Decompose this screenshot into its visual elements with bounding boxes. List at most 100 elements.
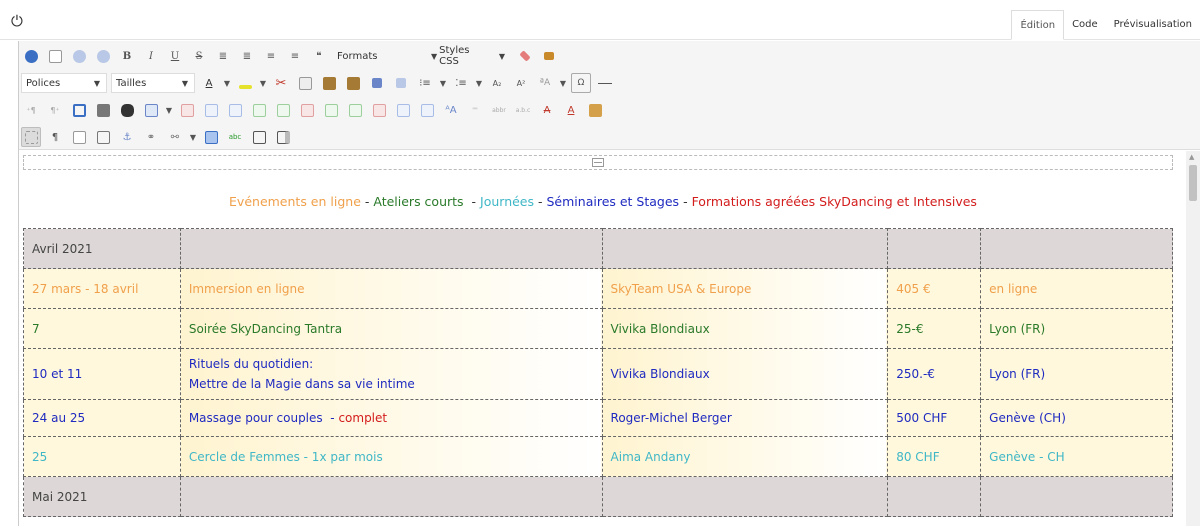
ltr-icon[interactable]: ⁺¶ <box>21 100 41 120</box>
layer-icon[interactable] <box>93 127 113 147</box>
sidebar-icon[interactable] <box>273 127 293 147</box>
numbered-list-icon[interactable]: ⁝≡ <box>415 73 435 93</box>
new-document-icon[interactable] <box>45 46 65 66</box>
underline-button[interactable]: U <box>165 46 185 66</box>
fullscreen-icon[interactable] <box>69 100 89 120</box>
acronym-icon[interactable]: a.b.c <box>513 100 533 120</box>
image-icon[interactable] <box>201 127 221 147</box>
event-host: Roger-Michel Berger <box>601 399 889 437</box>
font-family-dropdown[interactable]: Polices ▼ <box>21 73 107 93</box>
visual-aid-icon[interactable] <box>21 127 41 147</box>
indent-icon[interactable] <box>367 73 387 93</box>
print-icon[interactable] <box>93 100 113 120</box>
row-props-icon[interactable] <box>225 100 245 120</box>
month-row: Avril 2021 <box>23 228 1173 269</box>
scroll-up-icon[interactable]: ▲ <box>1189 153 1194 161</box>
text-style-icon[interactable]: ᴬA <box>441 100 461 120</box>
delete-col-icon[interactable] <box>369 100 389 120</box>
event-status: complet <box>338 411 388 425</box>
event-title-text: Massage pour couples - <box>188 411 339 425</box>
outdent-icon[interactable] <box>391 73 411 93</box>
chevron-down-icon[interactable]: ▼ <box>475 73 483 93</box>
power-icon[interactable]: ⏻ <box>11 13 27 29</box>
format-painter-icon[interactable] <box>539 46 559 66</box>
tab-code[interactable]: Code <box>1064 10 1106 40</box>
tab-preview[interactable]: Prévisualisation <box>1106 10 1200 40</box>
cell-props-icon[interactable] <box>201 100 221 120</box>
align-right-icon[interactable]: ≡ <box>261 46 281 66</box>
editor-toolbar: B I U S ≣ ≣ ≡ ≡ ❝ Formats ▼ Styles CSS ▼ P… <box>19 41 1200 150</box>
align-left-icon[interactable]: ≣ <box>213 46 233 66</box>
link-icon[interactable]: ⚭ <box>141 127 161 147</box>
anchor-icon[interactable]: ⚓ <box>117 127 137 147</box>
legend-trainings: Formations agréées SkyDancing et Intensi… <box>691 194 977 209</box>
split-cells-icon[interactable] <box>417 100 437 120</box>
schedule-table[interactable]: Avril 2021 27 mars - 18 avril Immersion … <box>23 228 1173 517</box>
pilcrow-button[interactable]: ¶ <box>45 127 65 147</box>
bullet-list-icon[interactable]: ⁚≡ <box>451 73 471 93</box>
abbr-icon[interactable]: abbr <box>489 100 509 120</box>
redo-icon[interactable] <box>93 46 113 66</box>
undo-icon[interactable] <box>69 46 89 66</box>
superscript-button[interactable]: A² <box>511 73 531 93</box>
event-price: 500 CHF <box>887 399 982 437</box>
unlink-icon[interactable]: ⚯ <box>165 127 185 147</box>
chevron-down-icon[interactable]: ▼ <box>559 73 567 93</box>
spellcheck-button[interactable]: abc <box>225 127 245 147</box>
text-color-icon[interactable]: A <box>199 73 219 93</box>
horizontal-rule-icon[interactable] <box>595 73 615 93</box>
page-break-icon[interactable] <box>249 127 269 147</box>
scrollbar-thumb[interactable] <box>1189 165 1197 201</box>
delete-row-icon[interactable] <box>297 100 317 120</box>
bold-button[interactable]: B <box>117 46 137 66</box>
eraser-icon[interactable] <box>515 46 535 66</box>
strikethrough-button[interactable]: S <box>189 46 209 66</box>
insert-row-before-icon[interactable] <box>249 100 269 120</box>
insert-row-after-icon[interactable] <box>273 100 293 120</box>
chevron-down-icon[interactable]: ▼ <box>439 73 447 93</box>
tab-edition[interactable]: Édition <box>1011 10 1065 40</box>
justify-icon[interactable]: ≡ <box>285 46 305 66</box>
event-date: 27 mars - 18 avril <box>23 268 181 309</box>
blockquote-icon[interactable]: ❝ <box>309 46 329 66</box>
paste-icon[interactable] <box>319 73 339 93</box>
formats-dropdown[interactable]: Formats <box>333 46 417 66</box>
toolbar-row-3: ⁺¶ ¶⁺ ▼ ᴬA "" abbr a.b.c A A <box>21 98 609 122</box>
event-host: Vivika Blondiaux <box>601 348 889 400</box>
table-icon[interactable] <box>141 100 161 120</box>
chevron-down-icon[interactable]: ▼ <box>165 100 173 120</box>
italic-button[interactable]: I <box>141 46 161 66</box>
rtl-icon[interactable]: ¶⁺ <box>45 100 65 120</box>
insert-mark-icon[interactable]: A <box>561 100 581 120</box>
delete-mark-icon[interactable]: A <box>537 100 557 120</box>
find-icon[interactable] <box>117 100 137 120</box>
cite-icon[interactable]: "" <box>465 100 485 120</box>
vertical-scrollbar[interactable]: ▲ <box>1186 151 1200 526</box>
omega-button[interactable]: Ω <box>571 73 591 93</box>
insert-col-after-icon[interactable] <box>345 100 365 120</box>
help-icon[interactable] <box>21 46 41 66</box>
special-chars-icon[interactable]: ªA <box>535 73 555 93</box>
delete-table-icon[interactable] <box>177 100 197 120</box>
merge-cells-icon[interactable] <box>393 100 413 120</box>
chevron-down-icon[interactable]: ▼ <box>223 73 231 93</box>
top-bar: ⏻ Édition Code Prévisualisation <box>0 0 1200 40</box>
attributes-icon[interactable] <box>585 100 605 120</box>
page-break-icon <box>592 158 604 167</box>
font-size-dropdown[interactable]: Tailles ▼ <box>111 73 195 93</box>
chevron-down-icon[interactable]: ▼ <box>259 73 267 93</box>
template-icon[interactable] <box>69 127 89 147</box>
cut-icon[interactable]: ✂ <box>271 73 291 93</box>
paste-text-icon[interactable] <box>343 73 363 93</box>
highlight-color-icon[interactable] <box>235 73 255 93</box>
css-styles-dropdown[interactable]: ▼ Styles CSS ▼ <box>421 45 511 67</box>
editor-content[interactable]: Evénements en ligne - Ateliers courts - … <box>19 151 1187 526</box>
chevron-down-icon[interactable]: ▼ <box>189 127 197 147</box>
event-host: Aima Andany <box>601 436 889 477</box>
event-place: Lyon (FR) <box>980 308 1173 349</box>
align-center-icon[interactable]: ≣ <box>237 46 257 66</box>
subscript-button[interactable]: A₂ <box>487 73 507 93</box>
copy-icon[interactable] <box>295 73 315 93</box>
legend-online: Evénements en ligne <box>229 194 361 209</box>
insert-col-before-icon[interactable] <box>321 100 341 120</box>
